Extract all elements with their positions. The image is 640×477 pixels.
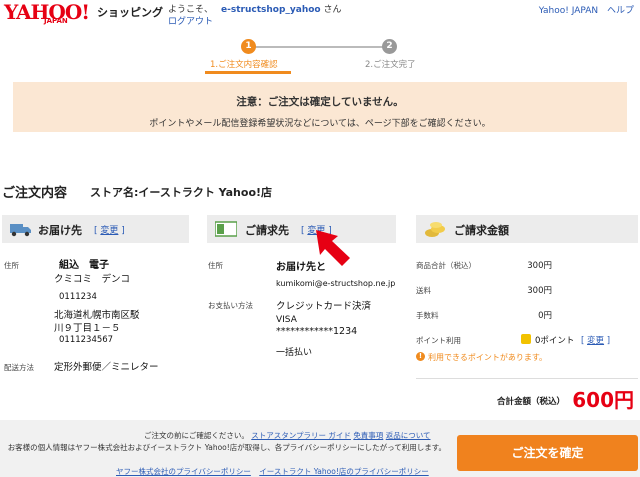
footer-line-3: ヤフー株式会社のプライバシーポリシー イーストラクト Yahoo!店のプライバシ… bbox=[116, 466, 429, 477]
amount-title: ご請求金額 bbox=[454, 224, 509, 237]
points-available-warning: 利用できるポイントがあります。 bbox=[428, 353, 548, 362]
points-value: 0ポイント bbox=[535, 336, 575, 346]
shipping-fee-value: 300円 bbox=[527, 286, 552, 296]
handling-fee-label: 手数料 bbox=[416, 311, 439, 320]
shipping-change-link[interactable]: [ 変更 ] bbox=[94, 223, 125, 236]
card-number: ************1234 bbox=[276, 326, 358, 337]
notice-info: ポイントやメール配信登録希望状況などについては、ページ下部をご確認ください。 bbox=[149, 119, 491, 129]
step-1-label: 1.ご注文内容確認 bbox=[210, 60, 278, 70]
logo-sub: JAPAN bbox=[44, 17, 68, 25]
points-change-label[interactable]: 変更 bbox=[587, 336, 604, 346]
billing-title: ご請求先 bbox=[245, 224, 289, 237]
step-connector bbox=[248, 46, 388, 48]
total-label: 合計金額（税込） bbox=[497, 397, 566, 407]
subtotal-label: 商品合計（税込） bbox=[416, 261, 476, 270]
yahoo-privacy-link[interactable]: ヤフー株式会社のプライバシーポリシー bbox=[116, 467, 251, 476]
progress-steps: 1 2 1.ご注文内容確認 2.ご注文完了 bbox=[0, 38, 640, 74]
san-label: さん bbox=[323, 5, 342, 15]
shipping-header: お届け先 [ 変更 ] bbox=[2, 215, 189, 243]
recipient-phone: 0111234567 bbox=[59, 335, 114, 345]
active-step-indicator bbox=[205, 71, 291, 74]
recipient-kana: クミコミ デンコ bbox=[54, 274, 131, 285]
stamp-rally-guide-link[interactable]: ストアスタンプラリー ガイド bbox=[251, 431, 351, 440]
installments: 一括払い bbox=[276, 348, 313, 358]
footer-notice: ご注文の前にご確認ください。 bbox=[144, 431, 249, 440]
order-title: ご注文内容 bbox=[2, 186, 68, 201]
points-label: ポイント利用 bbox=[416, 336, 461, 345]
billing-address-label: 住所 bbox=[208, 261, 223, 270]
recipient-address-2: 川９丁目１－５ bbox=[54, 323, 121, 334]
payment-method: クレジットカード決済 bbox=[276, 301, 372, 312]
step-2-circle: 2 bbox=[382, 39, 397, 54]
store-privacy-link[interactable]: イーストラクト Yahoo!店のプライバシーポリシー bbox=[259, 467, 428, 476]
points-change-link[interactable]: [ 変更 ] bbox=[581, 334, 610, 346]
billing-header: ご請求先 [ 変更 ] bbox=[207, 215, 396, 243]
card-brand: VISA bbox=[276, 315, 297, 325]
privacy-notice: お客様の個人情報はヤフー株式会社およびイーストラクト Yahoo!店が取得し、各… bbox=[7, 443, 446, 452]
confirm-order-button[interactable]: ご注文を確定 bbox=[457, 435, 638, 471]
step-1-circle: 1 bbox=[241, 39, 256, 54]
red-arrow-icon bbox=[314, 228, 354, 275]
yahoo-japan-link[interactable]: Yahoo! JAPAN bbox=[539, 6, 598, 16]
header: YAHOO! JAPAN ショッピング ようこそ、 e-structshop_ya… bbox=[0, 0, 640, 30]
alert-icon: ! bbox=[416, 352, 425, 361]
yahoo-japan-logo[interactable]: YAHOO! JAPAN bbox=[4, 0, 96, 26]
handling-fee-value: 0円 bbox=[538, 311, 552, 321]
points-icon bbox=[521, 334, 531, 344]
subtotal-value: 300円 bbox=[527, 261, 552, 271]
shipping-method: 定形外郵便／ミニレター bbox=[54, 362, 159, 373]
coins-icon bbox=[424, 221, 446, 242]
shipping-method-label: 配送方法 bbox=[4, 363, 34, 372]
shipping-address-label: 住所 bbox=[4, 261, 19, 270]
store-name: ストア名:イーストラクト Yahoo!店 bbox=[90, 186, 273, 199]
step-2-label: 2.ご注文完了 bbox=[365, 60, 416, 70]
top-links: Yahoo! JAPAN ヘルプ bbox=[533, 3, 634, 16]
billing-email: kumikomi@e-structshop.ne.jp bbox=[276, 279, 396, 288]
disclaimer-link[interactable]: 免責事項 bbox=[353, 431, 383, 440]
returns-link[interactable]: 返品について bbox=[386, 431, 431, 440]
shipping-fee-label: 送料 bbox=[416, 286, 431, 295]
amount-header: ご請求金額 bbox=[416, 215, 638, 243]
recipient-address-1: 北海道札幌市南区駁 bbox=[54, 310, 140, 321]
username-link[interactable]: e-structshop_yahoo bbox=[221, 5, 321, 15]
total-value: 600円 bbox=[572, 388, 634, 412]
notice-warning: 注意：ご注文は確定していません。 bbox=[236, 96, 404, 108]
recipient-name: 組込 電子 bbox=[59, 260, 109, 271]
card-icon bbox=[214, 221, 238, 240]
recipient-zip: 0111234 bbox=[59, 292, 97, 302]
amount-divider bbox=[416, 378, 638, 379]
help-link[interactable]: ヘルプ bbox=[607, 6, 634, 16]
payment-method-label: お支払い方法 bbox=[208, 301, 253, 310]
shipping-title: お届け先 bbox=[38, 224, 82, 237]
truck-icon bbox=[10, 221, 32, 240]
shipping-change-label[interactable]: 変更 bbox=[100, 226, 118, 236]
notice-box: 注意：ご注文は確定していません。 ポイントやメール配信登録希望状況などについては… bbox=[13, 82, 627, 132]
logout-link[interactable]: ログアウト bbox=[168, 14, 213, 27]
service-name: ショッピング bbox=[97, 6, 163, 19]
footer-line-1: ご注文の前にご確認ください。 ストアスタンプラリー ガイド 免責事項 返品につい… bbox=[144, 430, 430, 441]
